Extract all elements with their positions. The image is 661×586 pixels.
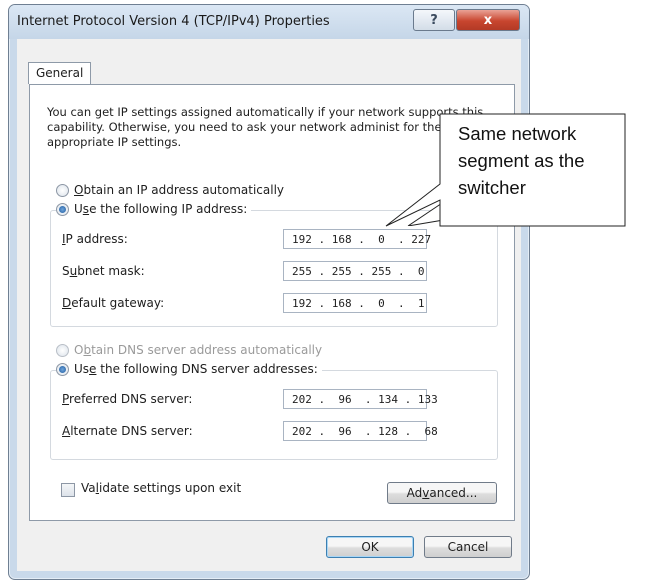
obtain-ip-auto-radio[interactable]: Obtain an IP address automatically xyxy=(56,183,284,197)
default-gateway-field[interactable]: 192 . 168 . 0 . 1 xyxy=(283,293,427,313)
preferred-dns-field[interactable]: 202 . 96 . 134 . 133 xyxy=(283,389,438,409)
close-button[interactable]: x xyxy=(456,9,520,31)
subnet-mask-label: Subnet mask: xyxy=(62,264,145,278)
cancel-button[interactable]: Cancel xyxy=(424,536,512,558)
preferred-dns-label: Preferred DNS server: xyxy=(62,392,193,406)
dialog-window: Internet Protocol Version 4 (TCP/IPv4) P… xyxy=(8,4,530,580)
default-gateway-label: Default gateway: xyxy=(62,296,165,310)
alternate-dns-label: Alternate DNS server: xyxy=(62,424,193,438)
dns-server-group xyxy=(50,370,498,460)
obtain-dns-auto-radio[interactable]: Obtain DNS server address automatically xyxy=(56,343,322,357)
validate-checkbox[interactable] xyxy=(61,483,75,497)
use-following-dns-label: Use the following DNS server addresses: xyxy=(74,362,318,376)
advanced-button[interactable]: Advanced... xyxy=(387,482,497,504)
use-following-ip-radio[interactable]: Use the following IP address: xyxy=(56,202,252,216)
radio-indicator xyxy=(56,183,69,197)
use-following-dns-radio[interactable]: Use the following DNS server addresses: xyxy=(56,362,322,376)
tab-general[interactable]: General xyxy=(28,62,92,84)
obtain-ip-auto-label: Obtain an IP address automatically xyxy=(74,183,285,197)
subnet-mask-field[interactable]: 255 . 255 . 255 . 0 xyxy=(283,261,427,281)
radio-indicator xyxy=(56,343,69,357)
ok-button[interactable]: OK xyxy=(326,536,414,558)
radio-indicator xyxy=(56,362,69,376)
obtain-dns-auto-label: Obtain DNS server address automatically xyxy=(74,343,323,357)
title-bar[interactable]: Internet Protocol Version 4 (TCP/IPv4) P… xyxy=(9,5,529,39)
close-icon: x xyxy=(483,12,493,28)
use-following-ip-label: Use the following IP address: xyxy=(74,202,248,216)
advanced-button-label: Advanced... xyxy=(406,486,478,500)
callout-text: Same network segment as the switcher xyxy=(458,123,585,198)
help-icon: ? xyxy=(430,12,438,28)
validate-label: Validate settings upon exit xyxy=(81,481,242,495)
window-title: Internet Protocol Version 4 (TCP/IPv4) P… xyxy=(17,14,330,29)
radio-indicator xyxy=(56,202,69,216)
help-button[interactable]: ? xyxy=(413,9,455,31)
alternate-dns-field[interactable]: 202 . 96 . 128 . 68 xyxy=(283,421,438,441)
ip-address-label: IP address: xyxy=(62,232,128,246)
